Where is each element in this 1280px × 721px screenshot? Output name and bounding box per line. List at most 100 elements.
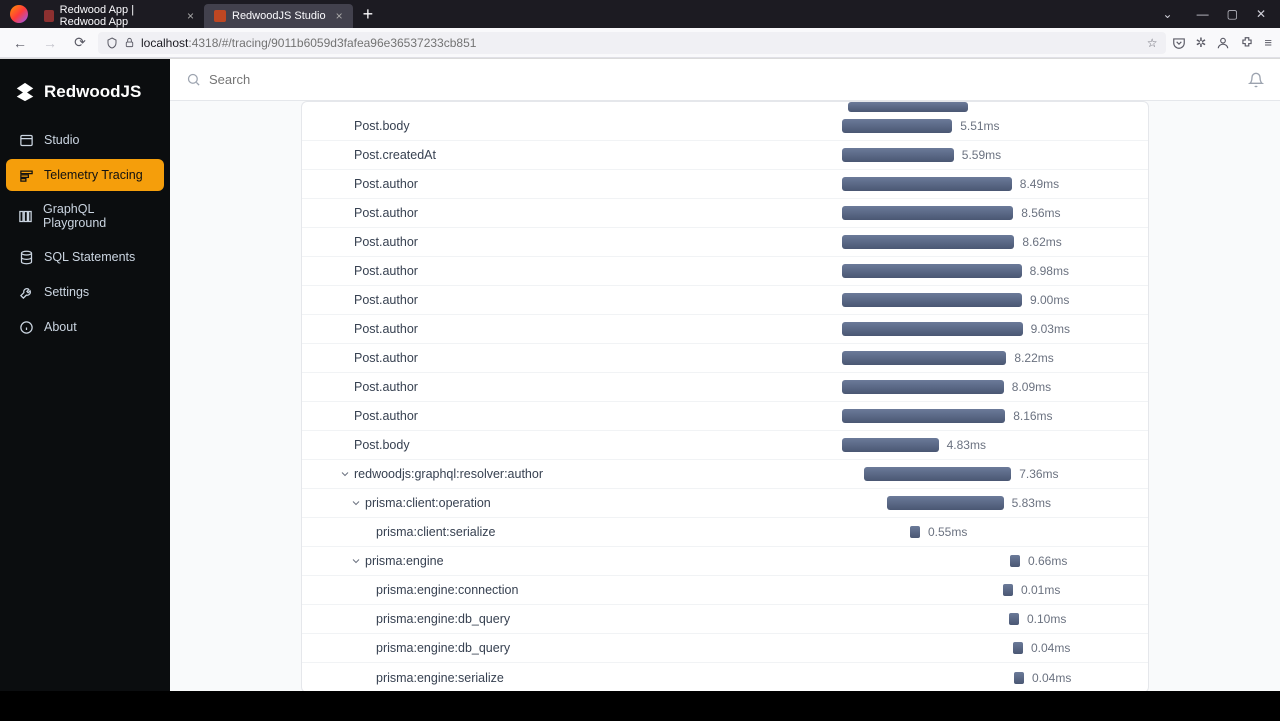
sidebar-item-telemetry[interactable]: Telemetry Tracing: [6, 159, 164, 191]
span-duration: 0.66ms: [1028, 554, 1067, 568]
back-button[interactable]: ←: [8, 31, 32, 55]
maximize-icon[interactable]: ▢: [1227, 7, 1238, 21]
trace-row[interactable]: Post.author 8.09ms: [302, 373, 1148, 402]
browser-toolbar: ← → ⟳ localhost:4318/#/tracing/9011b6059…: [0, 28, 1280, 58]
bell-icon[interactable]: [1248, 72, 1264, 88]
span-duration: 8.98ms: [1030, 264, 1069, 278]
trace-row[interactable]: prisma:engine:serialize0.04ms: [302, 663, 1148, 691]
trace-bar: [910, 526, 920, 538]
wrench-icon: [18, 284, 34, 300]
sidebar-item-studio[interactable]: Studio: [6, 124, 164, 156]
span-duration: 5.51ms: [960, 119, 999, 133]
pocket-icon[interactable]: [1172, 36, 1186, 50]
span-name: Post.author: [354, 322, 418, 336]
devtools-icon[interactable]: ✲: [1196, 35, 1207, 51]
browser-tab-active[interactable]: RedwoodJS Studio ×: [204, 4, 353, 28]
window-controls: ⌄ — ▢ ✕: [1163, 7, 1276, 21]
close-window-icon[interactable]: ✕: [1256, 7, 1266, 21]
forward-button[interactable]: →: [38, 31, 62, 55]
lock-icon: [124, 37, 135, 48]
span-name: prisma:engine:serialize: [376, 671, 504, 685]
sidebar-item-sql[interactable]: SQL Statements: [6, 241, 164, 273]
span-duration: 9.03ms: [1031, 322, 1070, 336]
favicon-icon: [214, 10, 226, 22]
sidebar-item-about[interactable]: About: [6, 311, 164, 343]
span-name: Post.author: [354, 380, 418, 394]
shield-icon: [106, 37, 118, 49]
chevron-down-icon[interactable]: ⌄: [1163, 7, 1173, 21]
span-duration: 5.83ms: [1012, 496, 1051, 510]
trace-bar: [842, 119, 952, 133]
trace-row[interactable]: prisma:engine:db_query0.10ms: [302, 605, 1148, 634]
span-name: prisma:engine:db_query: [376, 612, 510, 626]
trace-bar: [1010, 555, 1020, 567]
span-duration: 0.01ms: [1021, 583, 1060, 597]
span-duration: 8.56ms: [1021, 206, 1060, 220]
trace-row[interactable]: prisma:engine:connection0.01ms: [302, 576, 1148, 605]
chevron-down-icon[interactable]: [347, 555, 365, 567]
browser-tab[interactable]: Redwood App | Redwood App ×: [34, 4, 204, 28]
tab-label: Redwood App | Redwood App: [60, 4, 177, 28]
trace-bar: [842, 206, 1013, 220]
trace-row[interactable]: Post.body4.83ms: [302, 431, 1148, 460]
nav-label: GraphQL Playground: [43, 202, 152, 230]
trace-row[interactable]: Post.author 9.03ms: [302, 315, 1148, 344]
span-name: prisma:engine:db_query: [376, 641, 510, 655]
sidebar-item-settings[interactable]: Settings: [6, 276, 164, 308]
span-duration: 8.62ms: [1022, 235, 1061, 249]
span-duration: 7.36ms: [1019, 467, 1058, 481]
os-taskbar: [0, 691, 1280, 721]
chevron-down-icon[interactable]: [347, 497, 365, 509]
trace-row[interactable]: redwoodjs:graphql:resolver:author 7.36ms: [302, 460, 1148, 489]
extensions-icon[interactable]: [1240, 36, 1254, 50]
trace-bar: [842, 148, 954, 162]
minimize-icon[interactable]: —: [1197, 7, 1209, 21]
trace-row[interactable]: Post.author8.16ms: [302, 402, 1148, 431]
trace-bar: [1014, 672, 1024, 684]
close-icon[interactable]: ×: [187, 9, 194, 23]
trace-row[interactable]: prisma:client:operation5.83ms: [302, 489, 1148, 518]
close-icon[interactable]: ×: [336, 9, 343, 23]
search-input[interactable]: [209, 72, 409, 87]
search-wrap: [186, 72, 1238, 87]
span-name: Post.author: [354, 409, 418, 423]
trace-row[interactable]: Post.author8.49ms: [302, 170, 1148, 199]
menu-icon[interactable]: ≡: [1264, 35, 1272, 50]
columns-icon: [18, 208, 33, 224]
trace-row[interactable]: prisma:client:serialize0.55ms: [302, 518, 1148, 547]
trace-bar: [887, 496, 1004, 510]
database-icon: [18, 249, 34, 265]
trace-row[interactable]: Post.author8.22ms: [302, 344, 1148, 373]
trace-row[interactable]: prisma:engine0.66ms: [302, 547, 1148, 576]
span-name: Post.author: [354, 351, 418, 365]
trace-box: Post.body5.51msPost.createdAt5.59msPost.…: [301, 101, 1149, 691]
trace-bar: [842, 264, 1022, 278]
sidebar-item-graphql[interactable]: GraphQL Playground: [6, 194, 164, 238]
span-duration: 4.83ms: [947, 438, 986, 452]
span-duration: 0.55ms: [928, 525, 967, 539]
trace-row[interactable]: Post.body5.51ms: [302, 112, 1148, 141]
firefox-logo-icon: [10, 5, 28, 23]
account-icon[interactable]: [1216, 36, 1230, 50]
trace-row[interactable]: prisma:engine:db_query0.04ms: [302, 634, 1148, 663]
span-name: Post.author: [354, 264, 418, 278]
trace-row[interactable]: Post.author8.56ms: [302, 199, 1148, 228]
trace-bar-partial: [848, 102, 968, 112]
trace-row[interactable]: Post.createdAt5.59ms: [302, 141, 1148, 170]
trace-row[interactable]: Post.author 8.62ms: [302, 228, 1148, 257]
span-duration: 8.09ms: [1012, 380, 1051, 394]
trace-row[interactable]: Post.author9.00ms: [302, 286, 1148, 315]
star-icon[interactable]: ☆: [1147, 36, 1158, 50]
span-name: Post.author: [354, 235, 418, 249]
brand: RedwoodJS: [0, 75, 170, 121]
url-bar[interactable]: localhost:4318/#/tracing/9011b6059d3fafe…: [98, 32, 1166, 54]
new-tab-button[interactable]: +: [353, 4, 384, 25]
nav-label: SQL Statements: [44, 250, 135, 264]
trace-panel[interactable]: Post.body5.51msPost.createdAt5.59msPost.…: [170, 101, 1280, 691]
trace-bar: [842, 177, 1012, 191]
reload-button[interactable]: ⟳: [68, 31, 92, 55]
trace-row[interactable]: Post.author 8.98ms: [302, 257, 1148, 286]
span-name: redwoodjs:graphql:resolver:author: [354, 467, 543, 481]
chevron-down-icon[interactable]: [336, 468, 354, 480]
brand-text: RedwoodJS: [44, 82, 141, 102]
